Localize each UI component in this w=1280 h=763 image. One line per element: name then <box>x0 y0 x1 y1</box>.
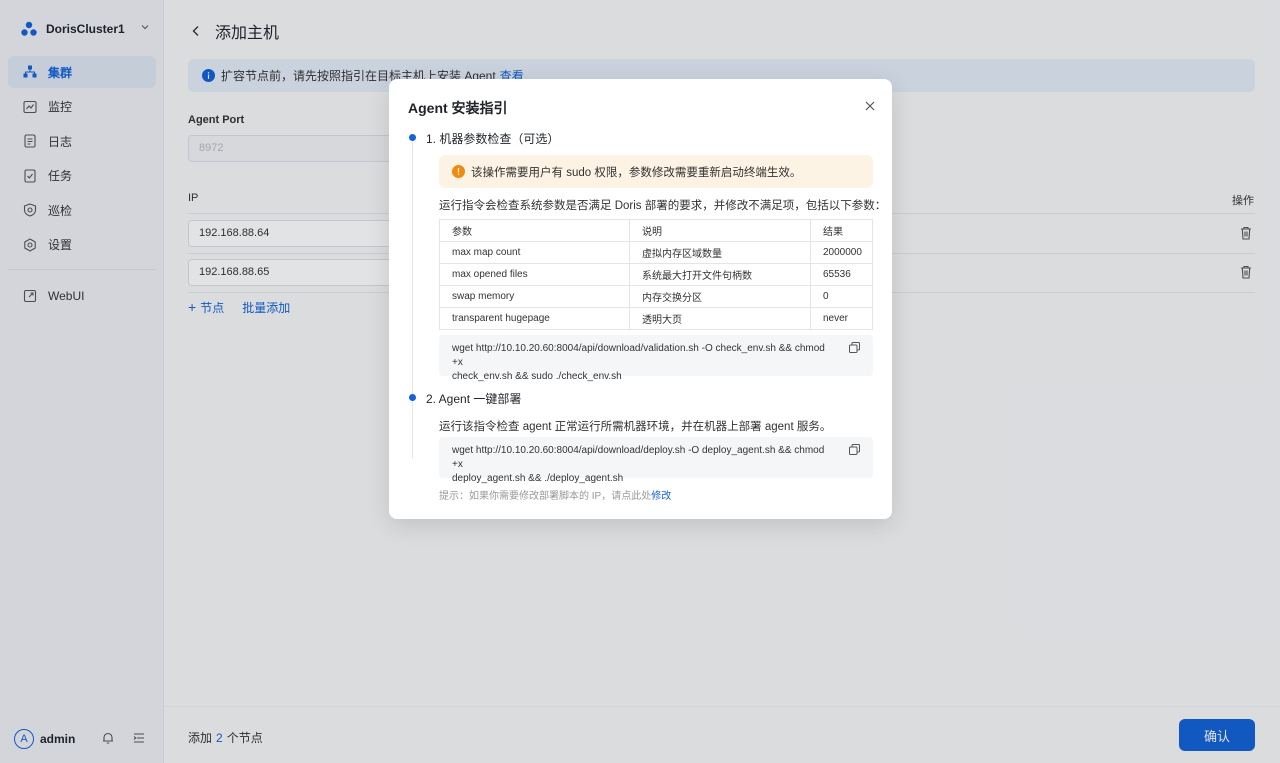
timeline-line <box>412 139 413 459</box>
table-cell: max opened files <box>439 263 630 286</box>
table-row: max opened files 系统最大打开文件句柄数 65536 <box>439 263 873 286</box>
table-cell: never <box>810 307 873 330</box>
table-cell: 内存交换分区 <box>629 285 811 308</box>
step2-description: 运行该指令检查 agent 正常运行所需机器环境，并在机器上部署 agent 服… <box>439 421 832 433</box>
table-header-cell: 结果 <box>810 219 873 242</box>
parameter-table: 参数 说明 结果 max map count 虚拟内存区域数量 2000000 … <box>439 219 873 330</box>
timeline-dot <box>409 134 416 141</box>
edit-ip-link[interactable]: 修改 <box>651 491 671 502</box>
table-cell: swap memory <box>439 285 630 308</box>
table-cell: transparent hugepage <box>439 307 630 330</box>
table-header-cell: 参数 <box>439 219 630 242</box>
table-cell: 65536 <box>810 263 873 286</box>
table-cell: 系统最大打开文件句柄数 <box>629 263 811 286</box>
copy-icon[interactable] <box>849 342 860 353</box>
warning-text: 该操作需要用户有 sudo 权限，参数修改需要重新启动终端生效。 <box>471 166 802 179</box>
step1-description: 运行指令会检查系统参数是否满足 Doris 部署的要求，并修改不满足项，包括以下… <box>439 200 887 212</box>
table-cell: 透明大页 <box>629 307 811 330</box>
step2-title: 2. Agent 一键部署 <box>426 392 522 406</box>
copy-icon[interactable] <box>849 444 860 455</box>
table-cell: 0 <box>810 285 873 308</box>
command-line: wget http://10.10.20.60:8004/api/downloa… <box>452 445 825 470</box>
hint-message: 提示：如果你需要修改部署脚本的 IP，请点此处 <box>439 491 652 502</box>
table-header-cell: 说明 <box>629 219 811 242</box>
agent-install-guide-dialog: Agent 安装指引 1. 机器参数检查（可选） 该操作需要用户有 sudo 权… <box>389 79 892 519</box>
dialog-title: Agent 安装指引 <box>408 100 508 116</box>
table-row: swap memory 内存交换分区 0 <box>439 285 873 308</box>
table-row: transparent hugepage 透明大页 never <box>439 307 873 330</box>
table-cell: max map count <box>439 241 630 264</box>
command-line: wget http://10.10.20.60:8004/api/downloa… <box>452 343 825 368</box>
table-header-row: 参数 说明 结果 <box>439 219 873 242</box>
table-row: max map count 虚拟内存区域数量 2000000 <box>439 241 873 264</box>
command-line: deploy_agent.sh && ./deploy_agent.sh <box>452 473 624 484</box>
hint-text: 提示：如果你需要修改部署脚本的 IP，请点此处修改 <box>439 487 671 502</box>
warning-alert: 该操作需要用户有 sudo 权限，参数修改需要重新启动终端生效。 <box>439 155 873 188</box>
validation-command-block[interactable]: wget http://10.10.20.60:8004/api/downloa… <box>439 335 873 382</box>
command-line: check_env.sh && sudo ./check_env.sh <box>452 371 622 382</box>
table-cell: 2000000 <box>810 241 873 264</box>
step1-title: 1. 机器参数检查（可选） <box>426 132 560 146</box>
close-icon[interactable] <box>864 100 876 112</box>
table-cell: 虚拟内存区域数量 <box>629 241 811 264</box>
warning-icon <box>452 165 465 178</box>
deploy-command-block[interactable]: wget http://10.10.20.60:8004/api/downloa… <box>439 437 873 484</box>
timeline-dot <box>409 394 416 401</box>
